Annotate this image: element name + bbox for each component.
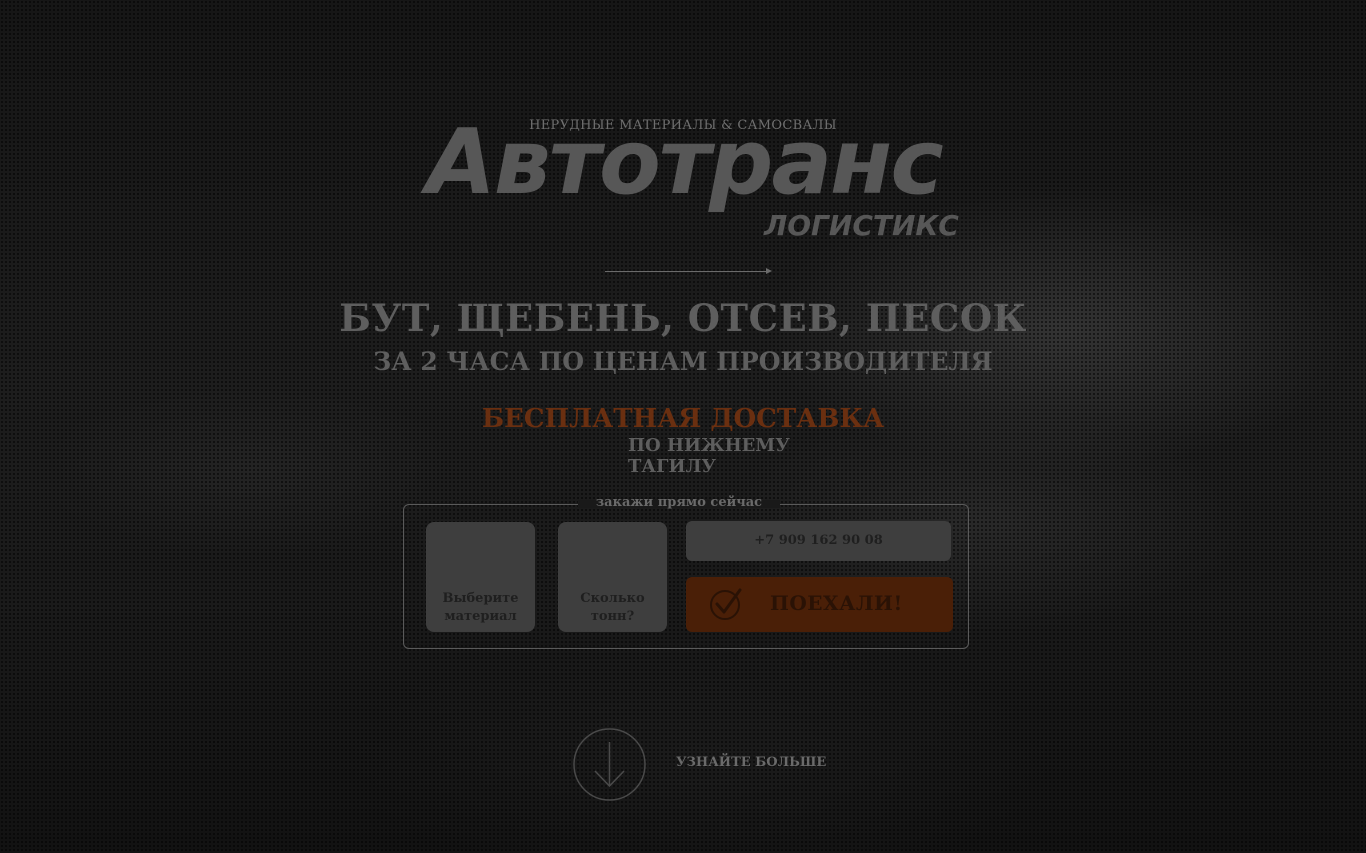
material-select-label-line1: Выберите xyxy=(442,591,519,606)
free-delivery-title: БЕСПЛАТНАЯ ДОСТАВКА xyxy=(481,404,885,434)
tons-select[interactable]: Сколько тонн? xyxy=(558,522,667,632)
divider-arrow-head-icon xyxy=(766,268,772,274)
tons-select-label: Сколько тонн? xyxy=(558,590,667,626)
hero-headline: БУТ, ЩЕБЕНЬ, ОТСЕВ, ПЕСОК xyxy=(339,296,1027,340)
material-select-label: Выберите материал xyxy=(426,590,535,626)
hero-section: НЕРУДНЫЕ МАТЕРИАЛЫ & САМОСВАЛЫ Автотранс… xyxy=(0,0,1366,853)
submit-order-label: ПОЕХАЛИ! xyxy=(770,591,903,615)
phone-input[interactable]: +7 909 162 90 08 xyxy=(686,521,951,561)
tons-select-label-line2: тонн? xyxy=(590,609,635,624)
logo-wordmark: Автотранс xyxy=(426,110,943,215)
order-form-legend: закажи прямо сейчас xyxy=(595,495,763,510)
submit-order-button[interactable]: ПОЕХАЛИ! xyxy=(686,577,953,632)
check-circle-icon xyxy=(710,588,742,620)
material-select-label-line2: материал xyxy=(444,609,517,624)
logo-subtitle: ЛОГИСТИКС xyxy=(764,209,959,242)
tons-select-label-line1: Сколько xyxy=(580,591,645,606)
arrow-down-circle-icon[interactable] xyxy=(573,728,646,801)
divider-arrow-line xyxy=(605,271,767,272)
hero-subheadline: ЗА 2 ЧАСА ПО ЦЕНАМ ПРОИЗВОДИТЕЛЯ xyxy=(373,347,993,376)
learn-more-link[interactable]: УЗНАЙТЕ БОЛЬШЕ xyxy=(676,755,826,770)
material-select[interactable]: Выберите материал xyxy=(426,522,535,632)
free-delivery-city: ПО НИЖНЕМУ ТАГИЛУ xyxy=(628,435,790,477)
